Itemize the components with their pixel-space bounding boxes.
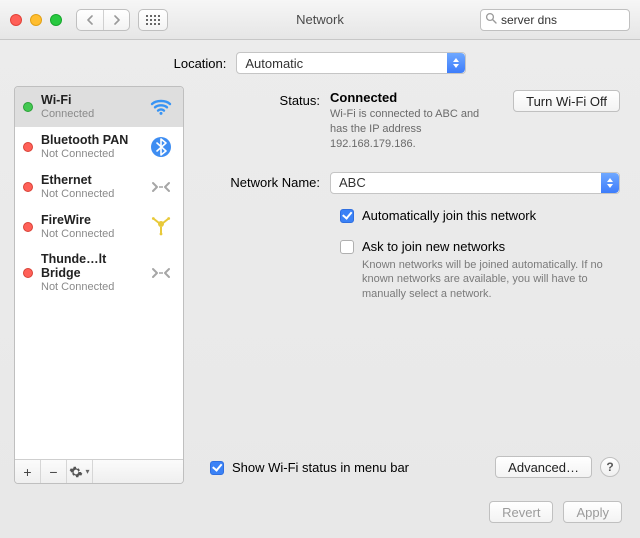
service-name: FireWire bbox=[41, 214, 139, 228]
footer: Revert Apply bbox=[0, 494, 640, 538]
help-button[interactable]: ? bbox=[600, 457, 620, 477]
network-name-label: Network Name: bbox=[210, 172, 330, 190]
titlebar: Network ✕ bbox=[0, 0, 640, 40]
service-status: Not Connected bbox=[41, 188, 139, 200]
service-name: Ethernet bbox=[41, 174, 139, 188]
network-prefs-window: Network ✕ Location: Automatic Wi-Fi bbox=[0, 0, 640, 538]
grid-icon bbox=[146, 15, 160, 25]
firewire-icon bbox=[147, 213, 175, 241]
show-all-button[interactable] bbox=[138, 9, 168, 31]
auto-join-checkbox[interactable] bbox=[340, 209, 354, 223]
forward-button[interactable] bbox=[103, 10, 129, 30]
auto-join-label: Automatically join this network bbox=[362, 208, 536, 223]
service-sidebar: Wi-Fi Connected Bluetooth PAN Not Connec… bbox=[14, 86, 184, 484]
location-label: Location: bbox=[174, 56, 227, 71]
service-status: Not Connected bbox=[41, 228, 139, 240]
show-status-label: Show Wi-Fi status in menu bar bbox=[232, 460, 487, 475]
wifi-icon bbox=[147, 93, 175, 121]
service-status: Not Connected bbox=[41, 148, 139, 160]
sidebar-item-thunderbolt[interactable]: Thunde…lt Bridge Not Connected bbox=[15, 247, 183, 299]
status-dot-icon bbox=[23, 142, 33, 152]
minimize-icon[interactable] bbox=[30, 14, 42, 26]
traffic-lights bbox=[10, 14, 62, 26]
add-service-button[interactable]: + bbox=[15, 460, 41, 483]
service-name: Bluetooth PAN bbox=[41, 134, 139, 148]
status-value: Connected bbox=[330, 90, 493, 105]
zoom-icon[interactable] bbox=[50, 14, 62, 26]
chevron-updown-icon bbox=[601, 173, 619, 193]
search-field[interactable]: ✕ bbox=[480, 9, 630, 31]
content-area: Wi-Fi Connected Bluetooth PAN Not Connec… bbox=[0, 86, 640, 494]
show-status-checkbox[interactable] bbox=[210, 461, 224, 475]
status-dot-icon bbox=[23, 102, 33, 112]
network-name-select[interactable]: ABC bbox=[330, 172, 620, 194]
service-actions-button[interactable]: ▾ bbox=[67, 460, 93, 483]
sidebar-item-ethernet[interactable]: Ethernet Not Connected bbox=[15, 167, 183, 207]
status-dot-icon bbox=[23, 182, 33, 192]
status-label: Status: bbox=[210, 90, 330, 108]
status-dot-icon bbox=[23, 222, 33, 232]
sidebar-item-wifi[interactable]: Wi-Fi Connected bbox=[15, 87, 183, 127]
turn-wifi-off-button[interactable]: Turn Wi-Fi Off bbox=[513, 90, 620, 112]
remove-service-button[interactable]: − bbox=[41, 460, 67, 483]
service-name: Thunde…lt Bridge bbox=[41, 253, 139, 281]
advanced-button[interactable]: Advanced… bbox=[495, 456, 592, 478]
service-status: Not Connected bbox=[41, 281, 139, 293]
search-icon bbox=[485, 12, 497, 27]
location-select[interactable]: Automatic bbox=[236, 52, 466, 74]
apply-button[interactable]: Apply bbox=[563, 501, 622, 523]
search-input[interactable] bbox=[501, 13, 640, 27]
sidebar-item-firewire[interactable]: FireWire Not Connected bbox=[15, 207, 183, 247]
status-dot-icon bbox=[23, 268, 33, 278]
sidebar-footer: + − ▾ bbox=[15, 459, 183, 483]
close-icon[interactable] bbox=[10, 14, 22, 26]
revert-button[interactable]: Revert bbox=[489, 501, 553, 523]
sidebar-item-bluetooth[interactable]: Bluetooth PAN Not Connected bbox=[15, 127, 183, 167]
service-list: Wi-Fi Connected Bluetooth PAN Not Connec… bbox=[15, 87, 183, 459]
ask-join-subtext: Known networks will be joined automatica… bbox=[362, 258, 620, 303]
location-row: Location: Automatic bbox=[0, 40, 640, 86]
status-subtext: Wi-Fi is connected to ABC and has the IP… bbox=[330, 107, 493, 152]
network-name-value: ABC bbox=[339, 175, 366, 190]
chevron-down-icon: ▾ bbox=[85, 467, 89, 476]
gear-icon bbox=[69, 465, 83, 479]
detail-panel: Status: Connected Wi-Fi is connected to … bbox=[194, 86, 626, 484]
chevron-updown-icon bbox=[447, 53, 465, 73]
service-status: Connected bbox=[41, 108, 139, 120]
ethernet-icon bbox=[147, 173, 175, 201]
ask-join-label: Ask to join new networks bbox=[362, 239, 505, 254]
ask-join-checkbox[interactable] bbox=[340, 240, 354, 254]
thunderbolt-icon bbox=[147, 259, 175, 287]
service-name: Wi-Fi bbox=[41, 94, 139, 108]
nav-back-forward bbox=[76, 9, 130, 31]
location-value: Automatic bbox=[245, 56, 303, 71]
back-button[interactable] bbox=[77, 10, 103, 30]
bluetooth-icon bbox=[147, 133, 175, 161]
